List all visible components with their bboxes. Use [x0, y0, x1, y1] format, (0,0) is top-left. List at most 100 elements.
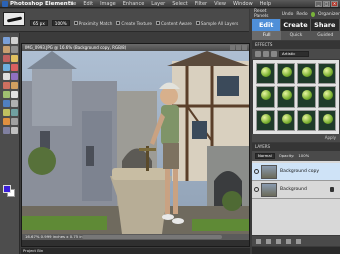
effect-thumbnail[interactable]: [276, 86, 295, 108]
effects-panel-header[interactable]: EFFECTS: [252, 41, 340, 49]
visibility-eye-icon[interactable]: [254, 187, 259, 192]
blend-mode-select[interactable]: Normal: [255, 153, 275, 159]
horizontal-scrollbar[interactable]: [82, 235, 222, 239]
clone-stamp-tool-icon[interactable]: [3, 91, 10, 98]
layer-opacity-field[interactable]: 100%: [298, 151, 309, 161]
filters-icon[interactable]: [255, 51, 261, 57]
radio-icon: [73, 21, 78, 25]
effect-preview-icon: [302, 67, 312, 77]
gradient-tool-icon[interactable]: [11, 109, 18, 116]
tab-share[interactable]: Share: [310, 19, 340, 31]
paint-bucket-tool-icon[interactable]: [3, 109, 10, 116]
opacity-field[interactable]: 100%: [51, 20, 70, 26]
menu-help[interactable]: Help: [260, 0, 271, 8]
blur-tool-icon[interactable]: [11, 118, 18, 125]
magic-wand-tool-icon[interactable]: [3, 64, 10, 71]
layer-row[interactable]: Background: [252, 181, 340, 199]
eyedropper-tool-icon[interactable]: [11, 46, 18, 53]
quick-selection-tool-icon[interactable]: [11, 64, 18, 71]
red-eye-tool-icon[interactable]: [3, 82, 10, 89]
visibility-eye-icon[interactable]: [254, 169, 259, 174]
doc-close-icon[interactable]: [242, 45, 247, 50]
effect-thumbnail[interactable]: [297, 86, 316, 108]
straighten-tool-icon[interactable]: [11, 127, 18, 134]
menu-filter[interactable]: Filter: [195, 0, 207, 8]
size-field[interactable]: 65 px: [30, 20, 48, 26]
effect-thumbnail[interactable]: [276, 63, 295, 85]
menu-file[interactable]: File: [68, 0, 76, 8]
layers-panel-header[interactable]: LAYERS: [252, 143, 340, 151]
doc-minimize-icon[interactable]: [230, 45, 235, 50]
new-adjustment-layer-icon[interactable]: [266, 238, 271, 244]
project-bin-bar[interactable]: Project Bin: [21, 248, 250, 254]
undo-button[interactable]: Undo: [282, 12, 294, 17]
effect-thumbnail[interactable]: [317, 109, 336, 131]
effect-thumbnail[interactable]: [256, 63, 275, 85]
lasso-tool-icon[interactable]: [11, 55, 18, 62]
reset-panels-button[interactable]: Reset Panels: [254, 9, 279, 19]
checkbox-icon: [195, 21, 200, 25]
layer-styles-icon[interactable]: [263, 51, 269, 57]
maximize-button[interactable]: □: [323, 1, 330, 7]
close-button[interactable]: ×: [331, 1, 338, 7]
menu-enhance[interactable]: Enhance: [123, 0, 145, 8]
eraser-tool-icon[interactable]: [11, 91, 18, 98]
lock-all-icon[interactable]: [286, 238, 291, 244]
marquee-tool-icon[interactable]: [3, 55, 10, 62]
crop-tool-icon[interactable]: [11, 73, 18, 80]
pencil-tool-icon[interactable]: [11, 100, 18, 107]
effect-thumbnail[interactable]: [256, 109, 275, 131]
effects-category-select[interactable]: Artistic: [279, 51, 309, 57]
photo-effects-icon[interactable]: [271, 51, 277, 57]
effects-panel-title: EFFECTS: [255, 42, 273, 47]
effect-preview-icon: [281, 90, 292, 101]
effect-thumbnail[interactable]: [317, 86, 336, 108]
document-window: IMG_0993.JPG @ 16.6% (Background copy, R…: [21, 43, 250, 247]
tab-edit[interactable]: Edit: [252, 19, 282, 31]
tab-create[interactable]: Create: [281, 19, 311, 31]
create-texture-option[interactable]: Create Texture: [116, 21, 152, 26]
tab-full[interactable]: Full: [252, 31, 282, 40]
menu-view[interactable]: View: [214, 0, 226, 8]
apply-button[interactable]: Apply: [325, 135, 336, 140]
menu-edit[interactable]: Edit: [83, 0, 93, 8]
tab-guided[interactable]: Guided: [311, 31, 340, 40]
layer-row[interactable]: Background copy: [252, 163, 340, 181]
effect-thumbnail[interactable]: [297, 63, 316, 85]
toolbox: [0, 33, 20, 254]
link-layers-icon[interactable]: [276, 238, 281, 244]
brush-preset-picker[interactable]: [3, 12, 25, 26]
canvas-photo[interactable]: [22, 51, 249, 234]
options-row: 65 px 100% Proximity Match Create Textur…: [30, 20, 238, 26]
sponge-tool-icon[interactable]: [3, 127, 10, 134]
content-aware-option[interactable]: Content Aware: [156, 21, 192, 26]
radio-icon: [116, 21, 121, 25]
zoom-tool-icon[interactable]: [11, 37, 18, 44]
hand-tool-icon[interactable]: [3, 46, 10, 53]
brush-tool-icon[interactable]: [3, 100, 10, 107]
healing-brush-tool-icon[interactable]: [11, 82, 18, 89]
organizer-button[interactable]: Organizer: [318, 12, 340, 17]
delete-layer-icon[interactable]: [296, 238, 301, 244]
shape-tool-icon[interactable]: [3, 118, 10, 125]
menu-window[interactable]: Window: [233, 0, 253, 8]
menu-layer[interactable]: Layer: [151, 0, 165, 8]
minimize-button[interactable]: _: [315, 1, 322, 7]
menu-image[interactable]: Image: [100, 0, 116, 8]
effect-preview-icon: [322, 67, 333, 77]
move-tool-icon[interactable]: [3, 37, 10, 44]
effect-thumbnail[interactable]: [276, 109, 295, 131]
menu-select[interactable]: Select: [172, 0, 187, 8]
redo-button[interactable]: Redo: [296, 12, 307, 17]
effect-thumbnail[interactable]: [256, 86, 275, 108]
effect-thumbnail[interactable]: [297, 109, 316, 131]
new-layer-icon[interactable]: [256, 238, 261, 244]
effect-thumbnail[interactable]: [317, 63, 336, 85]
sample-all-layers-checkbox[interactable]: Sample All Layers: [195, 21, 238, 26]
tab-quick[interactable]: Quick: [281, 31, 310, 40]
foreground-color-swatch[interactable]: [3, 185, 11, 193]
type-tool-icon[interactable]: [3, 73, 10, 80]
proximity-match-option[interactable]: Proximity Match: [73, 21, 112, 26]
effect-preview-icon: [281, 113, 292, 124]
doc-maximize-icon[interactable]: [236, 45, 241, 50]
